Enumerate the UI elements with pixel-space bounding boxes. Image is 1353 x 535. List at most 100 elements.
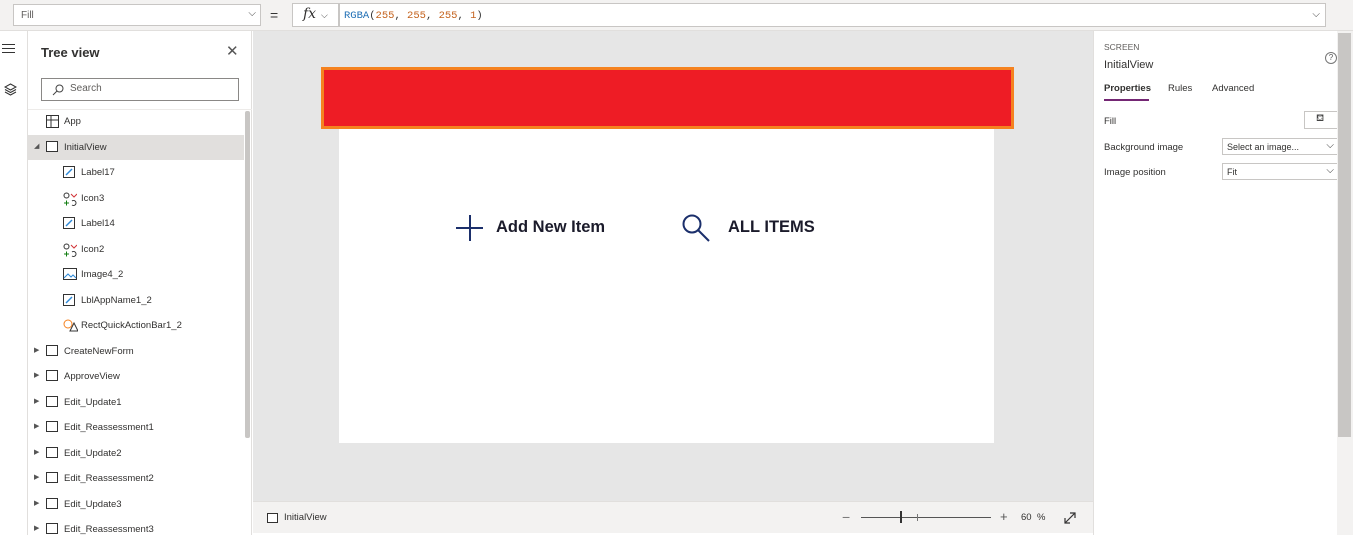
tree-node-label: Edit_Update3 bbox=[64, 498, 122, 510]
layers-icon[interactable] bbox=[4, 83, 17, 96]
function-icon: fx bbox=[303, 6, 317, 22]
tab-advanced[interactable]: Advanced bbox=[1212, 83, 1254, 94]
expand-caret-icon[interactable]: ▶ bbox=[34, 448, 39, 456]
scrollbar-thumb[interactable] bbox=[1338, 33, 1351, 437]
formula-arg-red: 255 bbox=[375, 10, 395, 22]
background-image-value: Select an image... bbox=[1227, 142, 1300, 152]
tree-node-label: InitialView bbox=[64, 141, 107, 153]
tree-node[interactable]: ▶ CreateNewForm bbox=[28, 339, 244, 364]
zoom-out-icon[interactable]: − bbox=[842, 509, 850, 525]
expand-caret-icon[interactable]: ▶ bbox=[34, 346, 39, 354]
tree-view-panel: Tree view ✕ App ◢ InitialView Label17 Icon3 L… bbox=[28, 31, 252, 535]
hamburger-menu-icon[interactable] bbox=[2, 44, 15, 56]
fit-to-window-icon[interactable] bbox=[1063, 511, 1077, 525]
zoom-in-icon[interactable]: + bbox=[1000, 509, 1008, 524]
tree-node[interactable]: ▶ Edit_Update1 bbox=[28, 390, 244, 415]
app-icon bbox=[46, 115, 59, 128]
zoom-slider-thumb[interactable] bbox=[900, 511, 902, 523]
tree-search-box[interactable] bbox=[41, 78, 239, 101]
screen-icon bbox=[46, 370, 58, 382]
fill-color-picker[interactable]: ⛾ bbox=[1304, 111, 1338, 129]
help-icon[interactable]: ? bbox=[1325, 52, 1337, 64]
tree-scrollbar[interactable] bbox=[245, 111, 250, 438]
background-image-label: Background image bbox=[1104, 142, 1184, 153]
icon-control-icon bbox=[63, 243, 78, 257]
tree-node[interactable]: ▶ Edit_Update3 bbox=[28, 492, 244, 517]
tree-node[interactable]: ▶ Edit_Reassessment2 bbox=[28, 466, 244, 491]
paint-bucket-icon: ⛾ bbox=[1316, 113, 1325, 124]
tree-node[interactable]: ◢ InitialView bbox=[28, 134, 244, 160]
tree-node[interactable]: ▶ Edit_Reassessment1 bbox=[28, 415, 244, 440]
image-position-label: Image position bbox=[1104, 167, 1166, 178]
tree-node-label: Edit_Reassessment3 bbox=[64, 524, 154, 535]
search-input[interactable] bbox=[70, 83, 230, 94]
properties-panel: SCREEN InitialView ? Properties Rules Ad… bbox=[1093, 31, 1338, 535]
zoom-value: 60 bbox=[1021, 512, 1032, 523]
tree-node[interactable]: Label14 bbox=[28, 211, 244, 236]
tree-node[interactable]: Icon2 bbox=[28, 237, 244, 262]
chevron-down-icon: ⌵ bbox=[321, 10, 328, 20]
tree-node-label: Edit_Update1 bbox=[64, 396, 122, 408]
all-items-label[interactable]: ALL ITEMS bbox=[728, 218, 815, 237]
plus-icon[interactable] bbox=[456, 215, 484, 243]
expand-caret-icon[interactable]: ▶ bbox=[34, 371, 39, 379]
screen-initialview[interactable] bbox=[339, 128, 994, 443]
tree-node[interactable]: Image4_2 bbox=[28, 262, 244, 287]
zoom-slider-tick bbox=[917, 514, 918, 521]
tree-node[interactable]: App bbox=[28, 109, 244, 134]
screen-icon bbox=[46, 446, 58, 459]
property-dropdown[interactable]: Fill ⌵ bbox=[13, 4, 261, 26]
control-type: SCREEN bbox=[1104, 42, 1140, 52]
fx-button[interactable]: fx ⌵ bbox=[292, 3, 339, 27]
tree-node[interactable]: ▶ Edit_Update2 bbox=[28, 441, 244, 466]
shape-icon bbox=[63, 319, 79, 332]
rect-quick-action-bar[interactable] bbox=[321, 67, 1014, 129]
tree-node-label: Icon2 bbox=[81, 243, 105, 255]
close-icon[interactable]: ✕ bbox=[226, 42, 239, 60]
tree-node-label: Icon3 bbox=[81, 192, 105, 204]
collapse-caret-icon[interactable]: ◢ bbox=[34, 142, 39, 150]
tree-node-label: RectQuickActionBar1_2 bbox=[81, 320, 182, 331]
label-icon bbox=[63, 217, 75, 229]
tree-node[interactable]: Label17 bbox=[28, 160, 244, 185]
fill-label: Fill bbox=[1104, 116, 1117, 127]
formula-paren-close: ) bbox=[476, 10, 483, 22]
expand-caret-icon[interactable]: ▶ bbox=[34, 499, 39, 507]
current-screen-name: InitialView bbox=[284, 512, 327, 523]
expand-caret-icon[interactable]: ▶ bbox=[34, 422, 39, 430]
status-bar: InitialView − + 60 % bbox=[253, 501, 1093, 533]
tree-node[interactable]: ▶ Edit_Reassessment3 bbox=[28, 517, 244, 535]
expand-caret-icon[interactable]: ▶ bbox=[34, 473, 39, 481]
tree-node[interactable]: LblAppName1_2 bbox=[28, 288, 244, 313]
formula-input[interactable]: RGBA(255, 255, 255, 1) ⌵ bbox=[339, 3, 1326, 27]
page-scrollbar[interactable] bbox=[1337, 31, 1353, 535]
image-position-dropdown[interactable]: Fit ⌵ bbox=[1222, 163, 1338, 180]
expand-formula-chevron-icon[interactable]: ⌵ bbox=[1312, 9, 1320, 20]
chevron-down-icon: ⌵ bbox=[1326, 165, 1334, 176]
expand-caret-icon[interactable]: ▶ bbox=[34, 524, 39, 532]
formula-function-name: RGBA bbox=[344, 10, 370, 22]
equals-sign: = bbox=[270, 7, 279, 23]
tab-properties[interactable]: Properties bbox=[1104, 83, 1151, 94]
screen-icon bbox=[46, 395, 58, 408]
screen-icon bbox=[267, 513, 278, 523]
tab-rules[interactable]: Rules bbox=[1168, 83, 1192, 94]
tree-node-label: ApproveView bbox=[64, 371, 120, 382]
tree-node-label: Edit_Update2 bbox=[64, 447, 122, 459]
search-icon[interactable] bbox=[681, 213, 711, 243]
tree-node[interactable]: ▶ ApproveView bbox=[28, 364, 244, 389]
tree-node-label: CreateNewForm bbox=[64, 345, 134, 357]
tree-node[interactable]: Icon3 bbox=[28, 186, 244, 211]
tree-node[interactable]: RectQuickActionBar1_2 bbox=[28, 313, 244, 338]
zoom-slider[interactable] bbox=[861, 517, 991, 518]
add-new-item-label[interactable]: Add New Item bbox=[496, 218, 605, 237]
chevron-down-icon: ⌵ bbox=[248, 8, 256, 19]
control-name: InitialView bbox=[1104, 59, 1154, 71]
tree-view-title: Tree view bbox=[41, 45, 100, 60]
formula-arg-green: 255 bbox=[407, 10, 426, 22]
screen-icon bbox=[46, 421, 58, 433]
formula-text: RGBA(255, 255, 255, 1) bbox=[344, 10, 483, 22]
tree-node-label: Label17 bbox=[81, 167, 115, 178]
expand-caret-icon[interactable]: ▶ bbox=[34, 397, 39, 405]
background-image-dropdown[interactable]: Select an image... ⌵ bbox=[1222, 138, 1338, 155]
